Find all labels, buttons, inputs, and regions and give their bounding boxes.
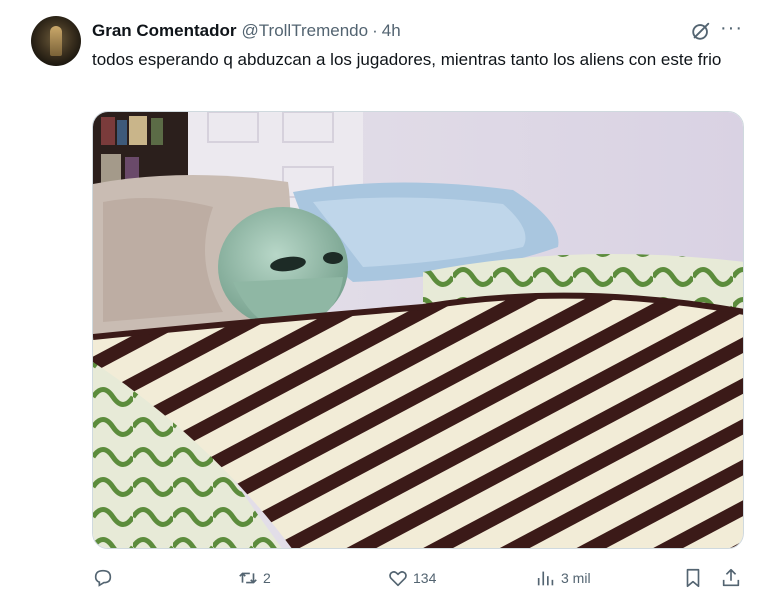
heart-icon [389,571,407,587]
bookmark-icon [686,568,700,588]
more-icon[interactable]: ··· [720,18,744,42]
like-count: 134 [413,570,437,586]
bookmark-button[interactable] [682,564,704,592]
views-button[interactable]: 3 mil [535,564,591,592]
action-bar: 2 134 3 mil [92,564,752,592]
timestamp[interactable]: 4h [382,21,401,41]
grok-icon[interactable] [690,20,712,42]
tweet-photo[interactable] [92,111,744,549]
views-count: 3 mil [561,570,591,586]
like-button[interactable]: 134 [387,564,436,592]
avatar-figure [50,26,62,56]
retweet-icon [239,572,257,584]
retweet-button[interactable]: 2 [237,564,271,592]
tweet-card[interactable]: Gran Comentador @TrollTremendo · 4h ··· … [0,0,767,607]
display-name[interactable]: Gran Comentador [92,21,237,41]
separator-dot: · [372,21,378,40]
reply-button[interactable] [92,564,118,592]
tweet-header: Gran Comentador @TrollTremendo · 4h [92,19,401,43]
share-button[interactable] [720,564,742,592]
avatar[interactable] [31,16,81,66]
reply-icon [94,569,112,587]
alien-bed-image [93,112,743,548]
tweet-text: todos esperando q abduzcan a los jugador… [92,50,722,69]
retweet-count: 2 [263,570,271,586]
user-handle[interactable]: @TrollTremendo [242,21,369,41]
share-icon [722,568,740,587]
views-icon [537,571,554,586]
